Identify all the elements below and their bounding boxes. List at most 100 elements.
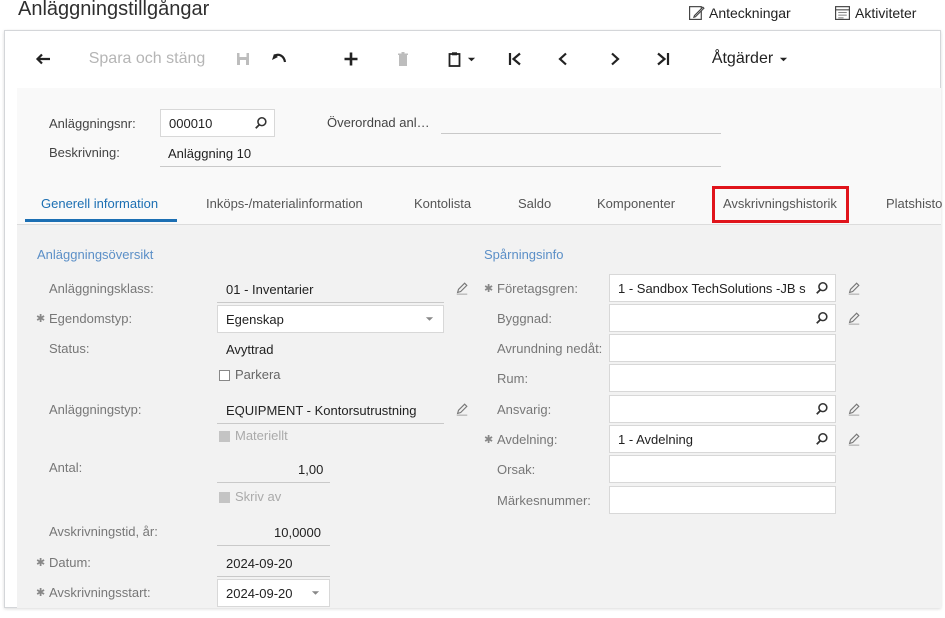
search-icon[interactable]	[815, 402, 829, 416]
tab-location-history[interactable]: Platshisto	[886, 196, 942, 211]
status-value: Avyttrad	[226, 342, 274, 357]
first-record-button[interactable]	[505, 33, 525, 85]
depreciation-start-label: Avskrivningsstart:	[49, 585, 151, 600]
asset-type-label: Anläggningstyp:	[49, 402, 142, 417]
asset-number-field[interactable]: 000010	[160, 109, 275, 137]
tangible-checkbox[interactable]	[219, 431, 230, 442]
search-icon[interactable]	[254, 116, 268, 130]
pencil-icon[interactable]	[847, 281, 861, 295]
back-button[interactable]	[33, 33, 53, 85]
description-value[interactable]: Anläggning 10	[168, 146, 251, 161]
description-field[interactable]	[160, 166, 721, 167]
depreciation-start-value: 2024-09-20	[226, 585, 293, 601]
date-label: Datum:	[49, 555, 91, 570]
asset-type-field[interactable]	[217, 423, 444, 424]
highlight-box	[712, 186, 849, 223]
save-icon	[237, 53, 249, 65]
previous-record-button[interactable]	[553, 33, 573, 85]
chevron-down-icon	[780, 57, 788, 61]
required-marker: ✱	[484, 283, 494, 295]
building-field[interactable]	[609, 304, 836, 332]
chevron-left-icon	[558, 52, 567, 66]
property-type-select[interactable]: Egenskap	[217, 305, 444, 333]
actions-menu-button[interactable]: Åtgärder	[705, 33, 795, 85]
department-value: 1 - Avdelning	[618, 431, 693, 447]
floor-label: Avrundning nedåt:	[497, 341, 603, 356]
parent-asset-field[interactable]	[441, 133, 721, 134]
pencil-icon[interactable]	[847, 311, 861, 325]
required-marker: ✱	[36, 557, 46, 569]
add-button[interactable]	[341, 33, 361, 85]
search-icon[interactable]	[815, 432, 829, 446]
chevron-down-icon	[311, 591, 320, 595]
save-button[interactable]	[233, 33, 253, 85]
chevron-down-icon	[467, 57, 475, 61]
tab-purchase-material-info[interactable]: Inköps-/materialinformation	[206, 196, 363, 211]
undo-button[interactable]	[267, 33, 291, 85]
pencil-icon[interactable]	[455, 402, 469, 416]
park-label: Parkera	[235, 367, 281, 382]
required-marker: ✱	[36, 587, 46, 599]
search-icon[interactable]	[815, 311, 829, 325]
property-type-label: Egendomstyp:	[49, 311, 133, 326]
active-tab-indicator	[25, 219, 177, 222]
room-field[interactable]	[609, 364, 836, 392]
search-icon[interactable]	[815, 281, 829, 295]
tab-components[interactable]: Komponenter	[597, 196, 675, 211]
depreciate-label: Skriv av	[235, 489, 282, 504]
branch-value: 1 - Sandbox TechSolutions -JB s	[618, 280, 806, 296]
tag-number-field[interactable]	[609, 486, 836, 514]
asset-class-label: Anläggningsklass:	[49, 281, 154, 296]
tab-general-information[interactable]: Generell information	[41, 196, 158, 211]
tab-account-list[interactable]: Kontolista	[414, 196, 471, 211]
date-value[interactable]: 2024-09-20	[226, 556, 293, 571]
branch-label: Företagsgren:	[497, 281, 578, 296]
tab-balance[interactable]: Saldo	[518, 196, 551, 211]
pencil-icon[interactable]	[847, 432, 861, 446]
depreciate-checkbox[interactable]	[219, 492, 230, 503]
depreciation-start-select[interactable]: 2024-09-20	[217, 579, 330, 607]
pencil-icon[interactable]	[847, 402, 861, 416]
clipboard-icon	[448, 52, 460, 67]
floor-field[interactable]	[609, 334, 836, 362]
quantity-value[interactable]: 1,00	[298, 462, 323, 477]
asset-type-value[interactable]: EQUIPMENT - Kontorsutrustning	[226, 403, 417, 418]
asset-class-field[interactable]	[217, 302, 444, 303]
reason-label: Orsak:	[497, 462, 536, 477]
chevron-right-icon	[611, 52, 620, 66]
custodian-label: Ansvarig:	[497, 402, 552, 417]
building-label: Byggnad:	[497, 311, 552, 326]
department-field[interactable]: 1 - Avdelning	[609, 425, 836, 453]
calendar-icon	[835, 6, 850, 20]
notes-button[interactable]: Anteckningar	[688, 4, 791, 21]
reason-field[interactable]	[609, 455, 836, 483]
tracking-heading: Spårningsinfo	[484, 247, 564, 262]
clipboard-menu-button[interactable]	[443, 33, 479, 85]
pencil-icon[interactable]	[455, 281, 469, 295]
back-arrow-icon	[35, 53, 50, 65]
delete-button[interactable]	[393, 33, 413, 85]
useful-life-value[interactable]: 10,0000	[274, 525, 321, 540]
custodian-field[interactable]	[609, 395, 836, 423]
last-record-button[interactable]	[653, 33, 673, 85]
undo-icon	[272, 53, 287, 63]
save-close-button[interactable]: Spara och stäng	[83, 33, 211, 85]
last-icon	[657, 52, 670, 66]
chevron-down-icon	[425, 317, 434, 321]
parent-asset-label: Överordnad anl…	[327, 115, 430, 130]
activities-button[interactable]: Aktiviteter	[834, 4, 916, 21]
actions-label: Åtgärder	[711, 50, 774, 67]
useful-life-field[interactable]	[217, 545, 330, 546]
department-label: Avdelning:	[497, 432, 558, 447]
status-label: Status:	[49, 341, 90, 356]
activities-label: Aktiviteter	[855, 4, 917, 21]
date-field[interactable]	[217, 576, 330, 577]
branch-field[interactable]: 1 - Sandbox TechSolutions -JB s	[609, 274, 836, 302]
asset-class-value[interactable]: 01 - Inventarier	[226, 282, 313, 297]
toolbar: Spara och stäng Åtgärder	[5, 33, 940, 85]
park-checkbox[interactable]	[219, 370, 230, 381]
next-record-button[interactable]	[605, 33, 625, 85]
notes-label: Anteckningar	[709, 4, 791, 21]
quantity-field[interactable]	[217, 482, 330, 483]
asset-number-value: 000010	[169, 115, 213, 131]
